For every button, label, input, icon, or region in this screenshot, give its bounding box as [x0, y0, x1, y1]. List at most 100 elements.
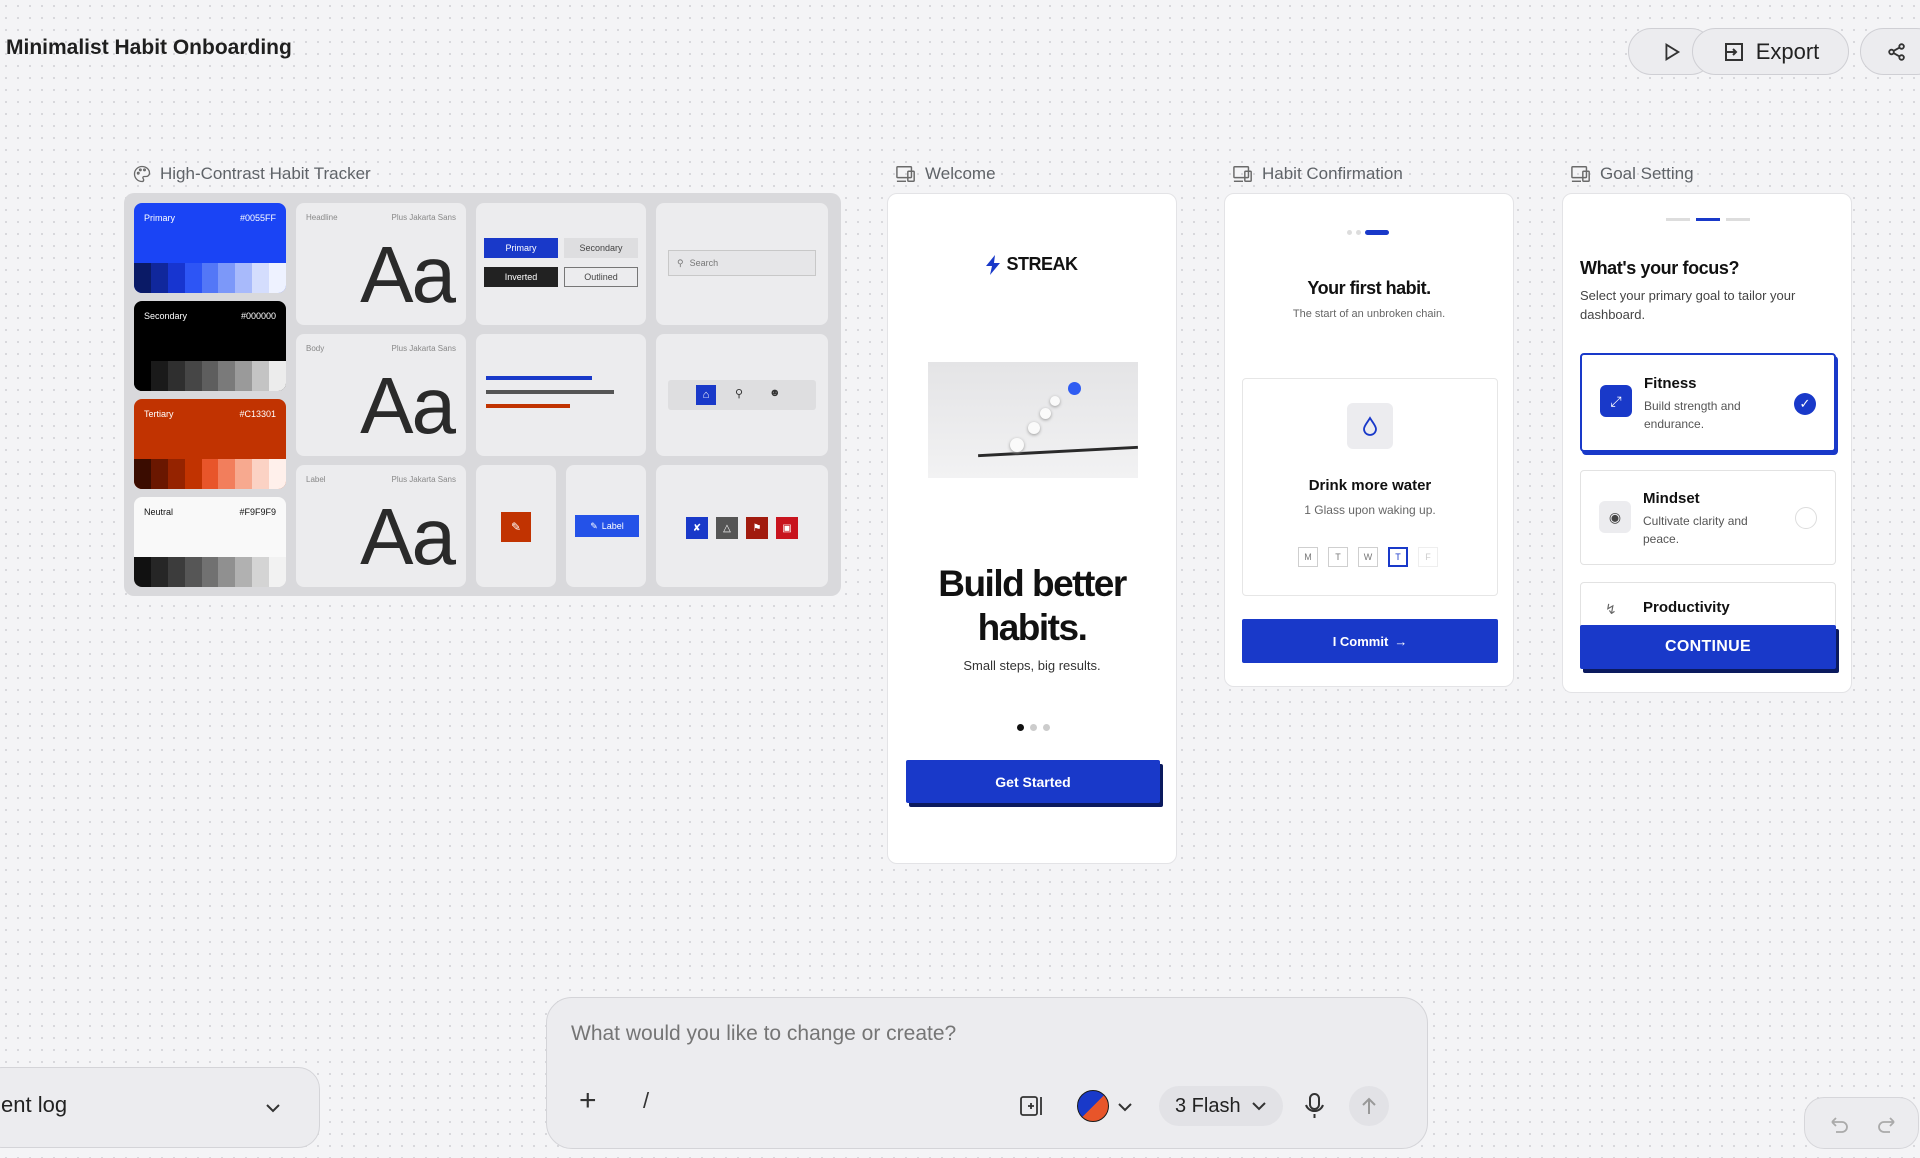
- user-icon[interactable]: ☻: [769, 387, 781, 399]
- type-kind: Body: [306, 344, 325, 353]
- welcome-screen[interactable]: STREAK Build better habits. Small steps,…: [887, 193, 1177, 864]
- buttons-card[interactable]: Primary Secondary Inverted Outlined: [476, 203, 646, 325]
- swatch-name: Tertiary: [144, 409, 174, 419]
- typography-label[interactable]: Label Plus Jakarta Sans Aa: [296, 465, 466, 587]
- send-button[interactable]: [1349, 1086, 1389, 1126]
- arrow-up-icon: [1362, 1097, 1376, 1114]
- continue-button[interactable]: CONTINUE: [1580, 625, 1836, 669]
- habit-card[interactable]: Drink more water 1 Glass upon waking up.…: [1242, 378, 1498, 596]
- goal-description: Build strength and endurance.: [1644, 399, 1741, 431]
- goal-name: Fitness: [1644, 375, 1697, 392]
- subheadline: Small steps, big results.: [963, 658, 1101, 673]
- label-chip[interactable]: ✎ Label: [575, 515, 639, 537]
- outlined-button-sample[interactable]: Outlined: [564, 267, 638, 287]
- chip-label: Label: [601, 521, 624, 531]
- primary-button-sample[interactable]: Primary: [484, 238, 558, 258]
- confirmation-title: Your first habit.: [1307, 278, 1431, 298]
- frame-label-welcome[interactable]: Welcome: [895, 164, 996, 184]
- typography-headline[interactable]: Headline Plus Jakarta Sans Aa: [296, 203, 466, 325]
- type-sample: Aa: [360, 361, 456, 450]
- pagination-dots[interactable]: [1017, 724, 1050, 731]
- search-icon[interactable]: ⚲: [735, 387, 743, 400]
- microphone-icon[interactable]: [1302, 1091, 1328, 1121]
- water-drop-icon: [1347, 403, 1393, 449]
- chevron-down-icon: [1251, 1102, 1266, 1111]
- add-icon[interactable]: +: [579, 1086, 597, 1116]
- progress-card: [476, 334, 646, 456]
- typography-body[interactable]: Body Plus Jakarta Sans Aa: [296, 334, 466, 456]
- model-selector[interactable]: 3 Flash: [1159, 1086, 1283, 1126]
- navbar-card: ⌂ ⚲ ☻: [656, 334, 828, 456]
- icon-set-card: ✘ △ ⚑ ▣: [656, 465, 828, 587]
- get-started-button[interactable]: Get Started: [906, 760, 1160, 803]
- event-log-label: ent log: [1, 1092, 68, 1117]
- type-kind: Headline: [306, 213, 338, 222]
- swatch-neutral[interactable]: Neutral #F9F9F9: [134, 497, 286, 587]
- day-chip-selected[interactable]: T: [1388, 547, 1408, 567]
- type-kind: Label: [306, 475, 326, 484]
- secondary-button-sample[interactable]: Secondary: [564, 238, 638, 258]
- day-chip[interactable]: F: [1418, 547, 1438, 567]
- export-label: Export: [1755, 38, 1820, 64]
- swatch-tertiary[interactable]: Tertiary #C13301: [134, 399, 286, 489]
- event-log-panel[interactable]: ent log: [0, 1067, 320, 1148]
- day-chip[interactable]: T: [1328, 547, 1348, 567]
- day-selector[interactable]: M T W T F: [1298, 547, 1438, 567]
- type-sample: Aa: [360, 230, 456, 319]
- frame-label-text: Welcome: [925, 164, 996, 183]
- frame-label-text: Habit Confirmation: [1262, 164, 1403, 183]
- export-button[interactable]: Export: [1692, 28, 1849, 75]
- brand-name: STREAK: [1006, 254, 1078, 274]
- theme-color-icon[interactable]: [1077, 1090, 1109, 1122]
- frame-label-goal-setting[interactable]: Goal Setting: [1570, 164, 1694, 184]
- chevron-down-icon[interactable]: [263, 1098, 283, 1118]
- swatch-name: Secondary: [144, 311, 188, 321]
- swatch-secondary[interactable]: Secondary #000000: [134, 301, 286, 391]
- frame-label-habit-confirmation[interactable]: Habit Confirmation: [1232, 164, 1403, 184]
- day-chip[interactable]: M: [1298, 547, 1318, 567]
- home-icon[interactable]: ⌂: [696, 385, 716, 405]
- tools-icon[interactable]: ✘: [686, 517, 708, 539]
- swatch-primary[interactable]: Primary #0055FF: [134, 203, 286, 293]
- shapes-icon[interactable]: △: [716, 517, 738, 539]
- chevron-down-icon[interactable]: [1117, 1101, 1133, 1113]
- design-system-frame[interactable]: Primary #0055FF Secondary #000000 Tertia…: [124, 193, 841, 596]
- undo-icon[interactable]: [1827, 1114, 1849, 1134]
- step-indicator: [1347, 230, 1389, 235]
- commit-button[interactable]: I Commit →: [1242, 619, 1498, 663]
- progress-bar-primary: [486, 376, 592, 380]
- goal-title: What's your focus?: [1580, 258, 1740, 278]
- swatch-hex: #0055FF: [239, 213, 276, 223]
- headline-line: Build better: [938, 563, 1127, 604]
- radio-empty[interactable]: [1795, 507, 1817, 529]
- add-frame-icon[interactable]: [1019, 1094, 1045, 1118]
- palette-icon: [133, 165, 151, 183]
- goal-setting-screen[interactable]: What's your focus? Select your primary g…: [1562, 193, 1852, 693]
- check-icon[interactable]: ✓: [1794, 393, 1816, 415]
- color-ramp: [134, 557, 286, 587]
- slash-command-button[interactable]: /: [643, 1088, 649, 1114]
- search-icon: ⚲: [677, 257, 684, 268]
- pencil-icon[interactable]: ✎: [501, 512, 531, 542]
- prompt-input[interactable]: [571, 1016, 1391, 1052]
- prompt-composer[interactable]: + / 3 Flash: [546, 997, 1428, 1149]
- trash-icon[interactable]: ▣: [776, 517, 798, 539]
- day-chip[interactable]: W: [1358, 547, 1378, 567]
- color-ramp: [134, 361, 286, 391]
- progress-bar-secondary: [486, 390, 614, 394]
- frame-label-text: High-Contrast Habit Tracker: [160, 164, 371, 183]
- goal-option-mindset[interactable]: ◉ Mindset Cultivate clarity and peace.: [1580, 470, 1836, 565]
- bolt-icon: [986, 254, 1001, 275]
- tag-icon[interactable]: ⚑: [746, 517, 768, 539]
- play-icon: [1665, 42, 1681, 61]
- redo-icon[interactable]: [1877, 1114, 1899, 1134]
- habit-confirmation-screen[interactable]: Your first habit. The start of an unbrok…: [1224, 193, 1514, 687]
- share-button[interactable]: [1860, 28, 1920, 75]
- dot-active: [1017, 724, 1024, 731]
- inverted-button-sample[interactable]: Inverted: [484, 267, 558, 287]
- goal-name: Productivity: [1643, 599, 1730, 616]
- bolt-icon: ↯: [1605, 601, 1617, 617]
- search-input-sample[interactable]: ⚲ Search: [668, 250, 816, 276]
- goal-option-fitness[interactable]: ⤢ Fitness Build strength and endurance. …: [1580, 353, 1836, 452]
- frame-label-design-system[interactable]: High-Contrast Habit Tracker: [132, 164, 371, 184]
